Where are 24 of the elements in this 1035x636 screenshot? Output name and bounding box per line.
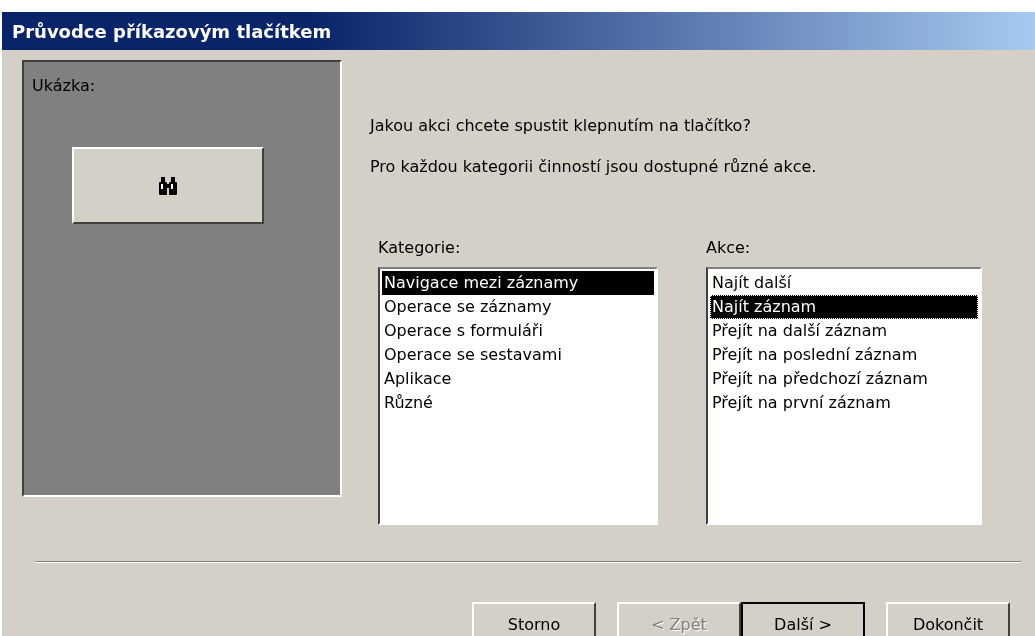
action-item[interactable]: Najít další xyxy=(710,271,978,295)
hint-text: Pro každou kategorii činností jsou dostupné různé akce. xyxy=(370,157,818,176)
action-item[interactable]: Najít záznam xyxy=(710,295,978,319)
dialog-button[interactable]: Dokončit xyxy=(886,602,1010,636)
category-item[interactable]: Aplikace xyxy=(382,367,654,391)
category-item[interactable]: Navigace mezi záznamy xyxy=(382,271,654,295)
dialog-button[interactable]: Další > xyxy=(741,602,865,636)
category-item[interactable]: Operace s formuláři xyxy=(382,319,654,343)
action-item[interactable]: Přejít na předchozí záznam xyxy=(710,367,978,391)
action-item[interactable]: Přejít na první záznam xyxy=(710,391,978,415)
dialog-button[interactable]: Storno xyxy=(472,602,596,636)
category-item[interactable]: Různé xyxy=(382,391,654,415)
action-item[interactable]: Přejít na poslední záznam xyxy=(710,343,978,367)
action-list[interactable]: Najít další Najít záznam Přejít na další záznam Přejít na poslední záznam Přejít na předchozí záznam Přejít na první záznam xyxy=(706,267,982,525)
window-title: Průvodce příkazovým tlačítkem xyxy=(12,20,332,42)
action-label: Akce: xyxy=(706,238,752,257)
preview-label: Ukázka: xyxy=(32,76,97,95)
category-list[interactable]: Navigace mezi záznamy Operace se záznamy Operace s formuláři Operace se sestavami Aplikace Různé xyxy=(378,267,658,525)
binoculars-icon xyxy=(158,176,178,195)
question-text: Jakou akci chcete spustit klepnutím na tlačítko? xyxy=(370,116,752,135)
category-label: Kategorie: xyxy=(378,238,462,257)
category-item[interactable]: Operace se záznamy xyxy=(382,295,654,319)
action-item[interactable]: Přejít na další záznam xyxy=(710,319,978,343)
category-item[interactable]: Operace se sestavami xyxy=(382,343,654,367)
